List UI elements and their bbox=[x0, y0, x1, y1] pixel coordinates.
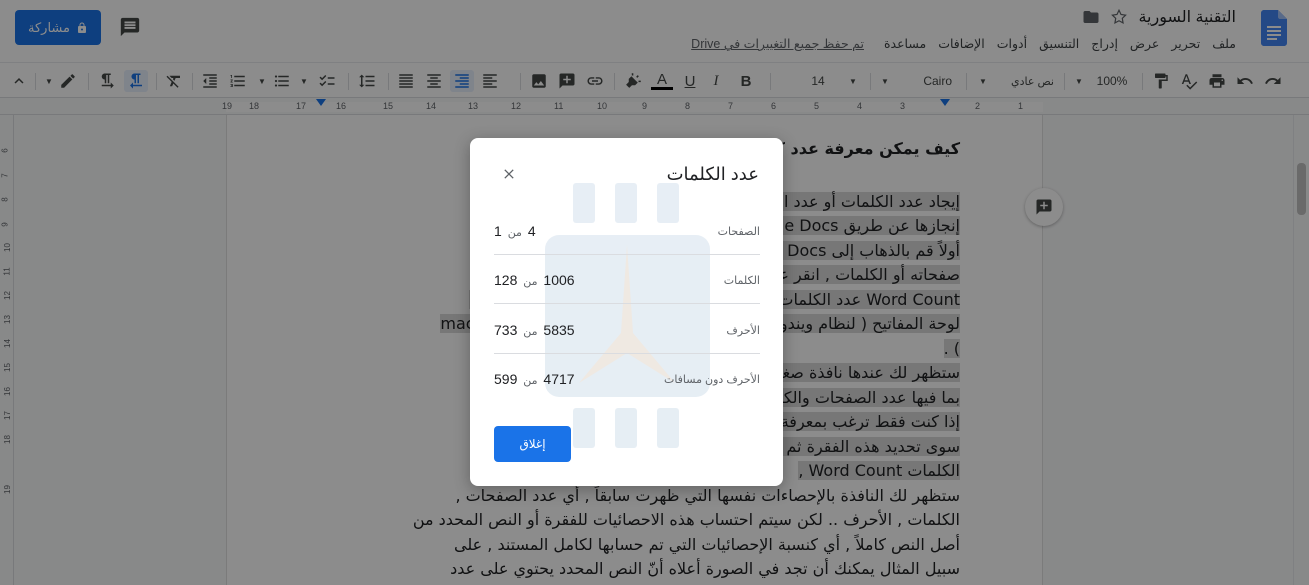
stat-value: 4 من 1 bbox=[494, 223, 536, 239]
stat-row-words: الكلمات 1006 من 128 bbox=[494, 266, 760, 304]
dialog-title: عدد الكلمات bbox=[666, 164, 759, 184]
stat-value: 5835 من 733 bbox=[494, 322, 575, 338]
close-icon[interactable] bbox=[501, 166, 517, 182]
stat-row-characters-no-spaces: الأحرف دون مسافات 4717 من 599 bbox=[494, 365, 760, 403]
stat-label: الصفحات bbox=[717, 226, 760, 238]
word-count-dialog: عدد الكلمات الصفحات 4 من 1 الكلمات 1006 … bbox=[470, 138, 783, 486]
close-button[interactable]: إغلاق bbox=[494, 426, 571, 462]
stat-label: الأحرف دون مسافات bbox=[663, 374, 760, 386]
stat-label: الأحرف bbox=[726, 325, 760, 337]
stat-row-pages: الصفحات 4 من 1 bbox=[494, 217, 760, 255]
stat-row-characters: الأحرف 5835 من 733 bbox=[494, 316, 760, 354]
stat-label: الكلمات bbox=[723, 275, 760, 287]
stat-value: 4717 من 599 bbox=[494, 371, 575, 387]
docs-app: مشاركة التقنية السورية ملف تحرير عرض إدر… bbox=[0, 0, 1309, 585]
stat-value: 1006 من 128 bbox=[494, 272, 575, 288]
